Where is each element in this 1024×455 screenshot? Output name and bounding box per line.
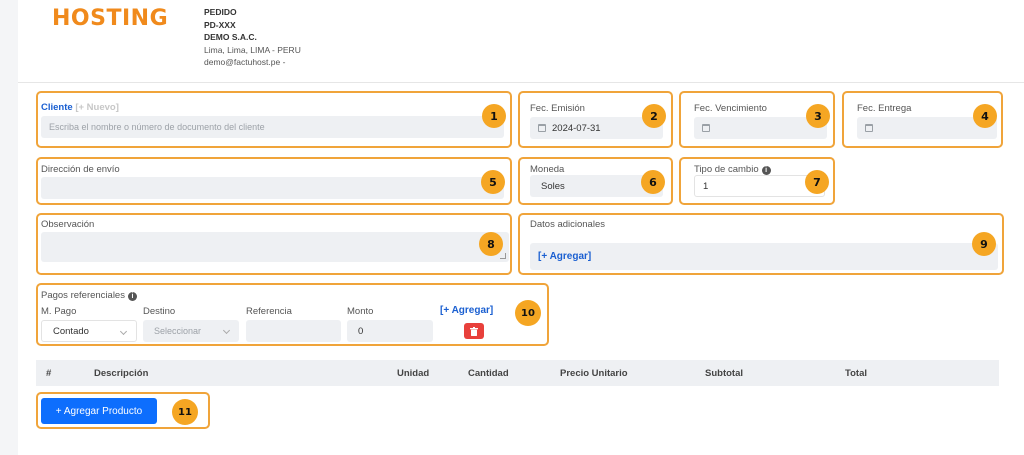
- referencia-input[interactable]: [246, 320, 341, 342]
- cliente-label-text: Cliente: [41, 102, 73, 113]
- calendar-icon: [865, 124, 873, 132]
- company-email: demo@factuhost.pe -: [204, 57, 286, 68]
- info-icon[interactable]: i: [127, 292, 137, 301]
- badge-11: 11: [172, 399, 198, 425]
- emision-value: 2024-07-31: [552, 122, 601, 134]
- destino-value: Seleccionar: [154, 326, 202, 336]
- datos-adicionales-label: Datos adicionales: [530, 219, 605, 230]
- add-product-button[interactable]: + Agregar Producto: [41, 398, 157, 424]
- company-info: PEDIDO PD-XXX DEMO S.A.C. Lima, Lima, LI…: [204, 6, 301, 69]
- chevron-down-icon: [222, 326, 231, 335]
- observacion-textarea[interactable]: [41, 232, 509, 262]
- col-subtotal: Subtotal: [705, 368, 743, 379]
- cliente-label: Cliente [+ Nuevo]: [41, 102, 119, 113]
- company-logo: HOSTING: [52, 6, 169, 31]
- calendar-icon: [538, 124, 546, 132]
- datos-adicionales-add-link[interactable]: [+ Agregar]: [538, 251, 591, 262]
- company-location: Lima, Lima, LIMA - PERU: [204, 44, 301, 55]
- direccion-label: Dirección de envío: [41, 164, 120, 175]
- badge-8: 8: [479, 232, 503, 256]
- badge-9: 9: [972, 232, 996, 256]
- badge-2: 2: [642, 104, 666, 128]
- calendar-icon: [702, 124, 710, 132]
- badge-7: 7: [805, 170, 829, 194]
- pagos-add-link[interactable]: [+ Agregar]: [440, 305, 493, 316]
- observacion-label: Observación: [41, 219, 95, 230]
- cliente-placeholder: Escriba el nombre o número de documento …: [49, 122, 265, 132]
- products-table-header: # Descripción Unidad Cantidad Precio Uni…: [36, 360, 999, 386]
- col-number: #: [46, 368, 52, 379]
- entrega-label: Fec. Entrega: [857, 103, 912, 114]
- tipo-cambio-value: 1: [703, 180, 709, 192]
- monto-value: 0: [358, 325, 364, 337]
- pagos-title: Pagos referenciales i: [41, 290, 137, 301]
- pagos-title-text: Pagos referenciales: [41, 290, 125, 301]
- new-client-link[interactable]: [+ Nuevo]: [75, 102, 119, 113]
- moneda-label: Moneda: [530, 164, 565, 175]
- pagos-col-mpago: M. Pago: [41, 306, 77, 317]
- badge-10: 10: [515, 300, 541, 326]
- emision-label: Fec. Emisión: [530, 103, 585, 114]
- pagos-col-referencia: Referencia: [246, 306, 292, 317]
- resize-handle-icon[interactable]: [500, 253, 506, 259]
- col-cantidad: Cantidad: [468, 368, 509, 379]
- mpago-value: Contado: [53, 325, 89, 337]
- chevron-down-icon: [119, 327, 128, 336]
- destino-select[interactable]: Seleccionar: [143, 320, 239, 342]
- tipo-cambio-label-text: Tipo de cambio: [694, 164, 759, 175]
- delete-payment-button[interactable]: [464, 323, 484, 339]
- trash-icon: [470, 326, 478, 336]
- badge-6: 6: [641, 170, 665, 194]
- company-name: DEMO S.A.C.: [204, 32, 257, 43]
- doc-number: PD-XXX: [204, 19, 236, 30]
- datos-adicionales-box: [+ Agregar]: [530, 243, 998, 270]
- vencimiento-label: Fec. Vencimiento: [694, 103, 767, 114]
- badge-4: 4: [973, 104, 997, 128]
- mpago-select[interactable]: Contado: [41, 320, 137, 342]
- col-unidad: Unidad: [397, 368, 430, 379]
- badge-1: 1: [482, 104, 506, 128]
- pagos-col-monto: Monto: [347, 306, 374, 317]
- header-divider: [18, 82, 1024, 83]
- doc-type: PEDIDO: [204, 7, 237, 17]
- info-icon[interactable]: i: [761, 166, 771, 175]
- badge-3: 3: [806, 104, 830, 128]
- tipo-cambio-label: Tipo de cambio i: [694, 164, 771, 175]
- badge-5: 5: [481, 170, 505, 194]
- col-descripcion: Descripción: [94, 368, 149, 379]
- col-precio-unitario: Precio Unitario: [560, 368, 628, 379]
- pagos-col-destino: Destino: [143, 306, 176, 317]
- monto-input[interactable]: 0: [347, 320, 433, 342]
- col-total: Total: [845, 368, 867, 379]
- cliente-input[interactable]: Escriba el nombre o número de documento …: [41, 116, 504, 138]
- direccion-input[interactable]: [41, 177, 504, 199]
- moneda-value: Soles: [541, 180, 565, 192]
